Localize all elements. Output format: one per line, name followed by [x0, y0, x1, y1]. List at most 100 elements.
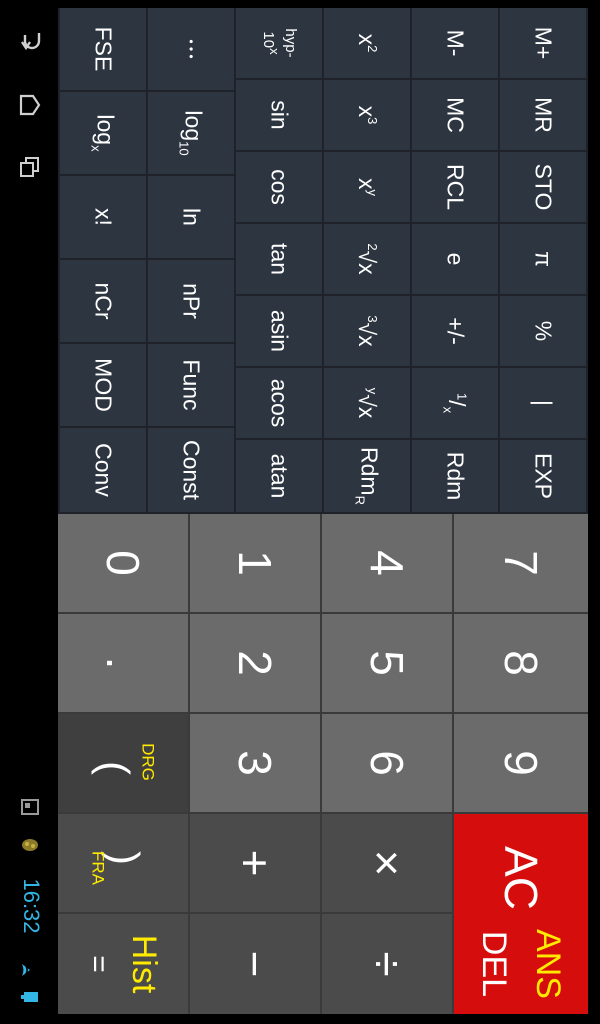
rdm-r-button[interactable]: RdmR	[324, 440, 410, 512]
cube-root-button[interactable]: 3√x	[324, 296, 410, 366]
battery-icon	[20, 990, 40, 1002]
rcl-button[interactable]: RCL	[412, 152, 498, 222]
digit-2-button[interactable]: 2	[190, 614, 320, 712]
multiply-label: ×	[361, 849, 413, 877]
decimal-label: .	[97, 656, 149, 670]
fse-label: FSE	[90, 26, 117, 72]
ans-label: ANS	[529, 929, 567, 999]
square-root-button[interactable]: 2√x	[324, 224, 410, 294]
conv-button[interactable]: Conv	[60, 428, 146, 512]
digit-4-button[interactable]: 4	[322, 514, 452, 612]
cube-root-label: 3√x	[354, 315, 381, 347]
minus-button[interactable]: −	[190, 914, 320, 1014]
reciprocal-button[interactable]: 1/x	[412, 368, 498, 438]
func-button[interactable]: Func	[148, 344, 234, 426]
x-power-y-button[interactable]: xy	[324, 152, 410, 222]
digit-9-button[interactable]: 9	[454, 714, 588, 812]
rdm-r-label: RdmR	[352, 447, 383, 505]
x-cubed-button[interactable]: x3	[324, 80, 410, 150]
digit-0-button[interactable]: 0	[58, 514, 188, 612]
plus-button[interactable]: +	[190, 814, 320, 912]
recent-apps-icon[interactable]	[16, 152, 44, 182]
rdm-label: Rdm	[442, 451, 469, 501]
mr-button[interactable]: MR	[500, 80, 586, 150]
tan-button[interactable]: tan	[236, 224, 322, 294]
fra-label: FRA	[88, 851, 108, 885]
digit-6-button[interactable]: 6	[322, 714, 452, 812]
abs-label: |	[530, 400, 557, 406]
back-icon[interactable]	[16, 26, 44, 56]
npr-label: nPr	[178, 283, 205, 319]
x-power-y-label: xy	[354, 178, 381, 196]
ncr-button[interactable]: nCr	[60, 260, 146, 342]
mc-label: MC	[442, 97, 469, 133]
digit-8-button[interactable]: 8	[454, 614, 588, 712]
reciprocal-label: 1/x	[440, 392, 470, 414]
factorial-button[interactable]: x!	[60, 176, 146, 258]
fse-button[interactable]: FSE	[60, 8, 146, 90]
calculator: M+ MR STO π % | EXP M- MC RCL e +/- 1/x …	[58, 8, 588, 1014]
usb-debug-icon	[20, 836, 40, 854]
percent-label: %	[530, 320, 557, 342]
notification-icon	[20, 798, 40, 816]
exp-button[interactable]: EXP	[500, 440, 586, 512]
plus-minus-button[interactable]: +/-	[412, 296, 498, 366]
m-minus-button[interactable]: M-	[412, 8, 498, 78]
mod-label: MOD	[90, 358, 117, 412]
m-minus-label: M-	[442, 29, 469, 57]
e-button[interactable]: e	[412, 224, 498, 294]
ac-button[interactable]: AC ANS DEL	[454, 814, 588, 1014]
abs-button[interactable]: |	[500, 368, 586, 438]
y-root-button[interactable]: y√x	[324, 368, 410, 438]
equals-label: =	[82, 955, 115, 973]
digit-5-label: 5	[361, 650, 413, 676]
cos-button[interactable]: cos	[236, 152, 322, 222]
digit-1-button[interactable]: 1	[190, 514, 320, 612]
digit-6-label: 6	[361, 750, 413, 776]
ln-label: ln	[178, 208, 205, 226]
digit-7-button[interactable]: 7	[454, 514, 588, 612]
mod-button[interactable]: MOD	[60, 344, 146, 426]
square-root-label: 2√x	[354, 243, 381, 275]
multiply-button[interactable]: ×	[322, 814, 452, 912]
const-button[interactable]: Const	[148, 428, 234, 512]
equals-button[interactable]: Hist =	[58, 914, 188, 1014]
status-clock: 16:32	[19, 878, 44, 934]
exp-label: EXP	[530, 452, 557, 500]
rdm-button[interactable]: Rdm	[412, 440, 498, 512]
digit-3-label: 3	[229, 750, 281, 776]
decimal-button[interactable]: .	[58, 614, 188, 712]
x-squared-button[interactable]: x2	[324, 8, 410, 78]
close-paren-label: )	[101, 851, 148, 865]
acos-button[interactable]: acos	[236, 368, 322, 438]
divide-button[interactable]: ÷	[322, 914, 452, 1014]
sin-button[interactable]: sin	[236, 80, 322, 150]
close-paren-button[interactable]: ) FRA	[58, 814, 188, 912]
rcl-label: RCL	[442, 163, 469, 211]
digit-5-button[interactable]: 5	[322, 614, 452, 712]
log10-button[interactable]: log10	[148, 92, 234, 174]
conv-label: Conv	[90, 443, 117, 497]
digit-3-button[interactable]: 3	[190, 714, 320, 812]
npr-button[interactable]: nPr	[148, 260, 234, 342]
pi-button[interactable]: π	[500, 224, 586, 294]
atan-button[interactable]: atan	[236, 440, 322, 512]
more-label: • • •	[184, 39, 198, 59]
mc-button[interactable]: MC	[412, 80, 498, 150]
sto-button[interactable]: STO	[500, 152, 586, 222]
x-cubed-label: x3	[354, 105, 381, 125]
m-plus-button[interactable]: M+	[500, 8, 586, 78]
percent-button[interactable]: %	[500, 296, 586, 366]
asin-button[interactable]: asin	[236, 296, 322, 366]
plus-label: +	[229, 849, 281, 877]
open-paren-button[interactable]: DRG (	[58, 714, 188, 812]
hyp-button[interactable]: hyp- 10x	[236, 8, 322, 78]
more-button[interactable]: • • •	[148, 8, 234, 90]
ln-button[interactable]: ln	[148, 176, 234, 258]
log-x-button[interactable]: logx	[60, 92, 146, 174]
home-icon[interactable]	[16, 90, 44, 120]
number-keypad: 7 8 9 AC ANS DEL 4 5 6 × ÷ 1 2 3 + − 0 .…	[58, 514, 588, 1014]
log-x-label: logx	[88, 114, 119, 152]
function-keypad: M+ MR STO π % | EXP M- MC RCL e +/- 1/x …	[58, 8, 588, 514]
digit-4-label: 4	[361, 550, 413, 576]
